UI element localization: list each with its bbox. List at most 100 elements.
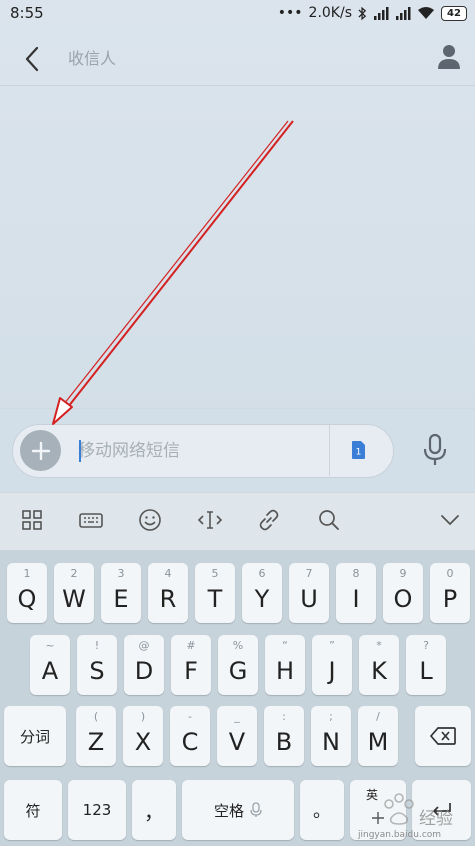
add-attachment-button[interactable] xyxy=(20,430,61,471)
recipient-field[interactable]: 收信人 xyxy=(68,45,116,69)
key-y[interactable]: 6Y xyxy=(242,563,282,623)
status-bar: 8:55 ••• 2.0K/s 42 xyxy=(0,0,475,26)
key-comma[interactable]: ， xyxy=(132,780,176,840)
key-k[interactable]: * K xyxy=(359,635,399,695)
key-b[interactable]: :B xyxy=(264,706,304,766)
key-secondary-symbol: 7 xyxy=(305,567,313,580)
key-s[interactable]: ! S xyxy=(77,635,117,695)
key-period-label: 。 xyxy=(313,801,331,822)
key-c[interactable]: -C xyxy=(170,706,210,766)
key-symbol[interactable]: 符 xyxy=(4,780,62,840)
key-secondary-symbol: 8 xyxy=(352,567,360,580)
key-t[interactable]: 5T xyxy=(195,563,235,623)
key-letter: I xyxy=(352,585,360,613)
key-secondary-symbol: ) xyxy=(140,710,146,723)
key-a[interactable]: ~ A xyxy=(30,635,70,695)
key-backspace[interactable] xyxy=(415,706,471,766)
search-icon[interactable] xyxy=(316,507,342,533)
key-letter: S xyxy=(89,657,105,685)
key-q[interactable]: 1Q xyxy=(7,563,47,623)
status-icons: ••• 2.0K/s 42 xyxy=(278,5,467,21)
message-input[interactable] xyxy=(78,436,318,466)
key-letter: M xyxy=(367,728,389,756)
key-letter: D xyxy=(134,657,154,685)
key-w[interactable]: 2W xyxy=(54,563,94,623)
key-secondary-symbol: - xyxy=(188,710,192,723)
key-letter: J xyxy=(328,657,336,685)
key-letter: W xyxy=(62,585,86,613)
key-letter: R xyxy=(159,585,177,613)
key-secondary-symbol: / xyxy=(376,710,380,723)
key-period[interactable]: 。 xyxy=(300,780,344,840)
plus-icon xyxy=(31,441,50,460)
key-language-label: 英 xyxy=(366,788,379,802)
key-letter: K xyxy=(371,657,387,685)
grid-menu-icon[interactable] xyxy=(19,507,45,533)
key-letter: Q xyxy=(17,585,37,613)
keyboard-toolbar xyxy=(0,492,475,550)
key-d[interactable]: @ D xyxy=(124,635,164,695)
key-secondary-symbol: _ xyxy=(234,710,240,723)
collapse-keyboard-icon[interactable] xyxy=(437,507,463,533)
emoji-icon[interactable] xyxy=(137,507,163,533)
key-split-word-label: 分词 xyxy=(19,727,50,746)
key-secondary-symbol: 9 xyxy=(399,567,407,580)
key-z[interactable]: (Z xyxy=(76,706,116,766)
status-time: 8:55 xyxy=(10,4,44,22)
key-secondary-symbol: * xyxy=(376,639,382,652)
key-x[interactable]: ) X xyxy=(123,706,163,766)
globe-icon xyxy=(372,812,384,824)
watermark-url: jingyan.baidu.com xyxy=(358,830,442,840)
key-f[interactable]: # F xyxy=(171,635,211,695)
key-letter: A xyxy=(41,657,59,685)
space-mic-icon xyxy=(250,802,262,817)
key-letter: N xyxy=(322,728,340,756)
key-i[interactable]: 8I xyxy=(336,563,376,623)
key-letter: B xyxy=(275,728,293,756)
signal-icon-1 xyxy=(374,7,389,20)
key-e[interactable]: 3E xyxy=(101,563,141,623)
battery-indicator: 42 xyxy=(441,5,467,21)
key-secondary-symbol: # xyxy=(186,639,196,652)
clipboard-link-icon[interactable] xyxy=(256,507,282,533)
key-symbol-label: 符 xyxy=(25,801,41,820)
key-m[interactable]: / M xyxy=(358,706,398,766)
back-arrow-icon[interactable] xyxy=(18,44,48,74)
cursor-move-icon[interactable] xyxy=(197,507,223,533)
key-n[interactable]: ; N xyxy=(311,706,351,766)
key-secondary-symbol: ; xyxy=(329,710,333,723)
microphone-icon[interactable] xyxy=(420,432,450,468)
key-letter: U xyxy=(300,585,318,613)
key-space-label: 空格 xyxy=(213,801,244,820)
network-speed: 2.0K/s xyxy=(308,5,352,21)
key-letter: G xyxy=(228,657,248,685)
contact-icon[interactable] xyxy=(435,42,463,72)
key-secondary-symbol: ( xyxy=(93,710,99,723)
key-split-word[interactable]: 分词 xyxy=(4,706,66,766)
key-secondary-symbol: @ xyxy=(138,639,150,652)
key-numbers[interactable]: 123 xyxy=(68,780,126,840)
key-secondary-symbol: % xyxy=(232,639,244,652)
key-v[interactable]: _ V xyxy=(217,706,257,766)
key-secondary-symbol: “ xyxy=(282,639,288,652)
key-secondary-symbol: 5 xyxy=(211,567,219,580)
status-dots: ••• xyxy=(277,5,303,21)
key-h[interactable]: “H xyxy=(265,635,305,695)
keyboard-layout-icon[interactable] xyxy=(78,507,104,533)
key-j[interactable]: ” J xyxy=(312,635,352,695)
key-u[interactable]: 7U xyxy=(289,563,329,623)
key-r[interactable]: 4R xyxy=(148,563,188,623)
key-secondary-symbol: 2 xyxy=(70,567,78,580)
key-letter: C xyxy=(181,728,199,756)
key-p[interactable]: 0P xyxy=(430,563,470,623)
key-secondary-symbol: 0 xyxy=(446,567,454,580)
key-letter: O xyxy=(393,585,413,613)
sim-card-icon[interactable]: 1 xyxy=(349,440,367,460)
key-numbers-label: 123 xyxy=(82,801,112,819)
key-g[interactable]: % G xyxy=(218,635,258,695)
key-space[interactable]: 空格 xyxy=(182,780,294,840)
key-letter: P xyxy=(442,585,458,613)
key-letter: L xyxy=(419,657,433,685)
key-l[interactable]: ? L xyxy=(406,635,446,695)
key-o[interactable]: 9O xyxy=(383,563,423,623)
